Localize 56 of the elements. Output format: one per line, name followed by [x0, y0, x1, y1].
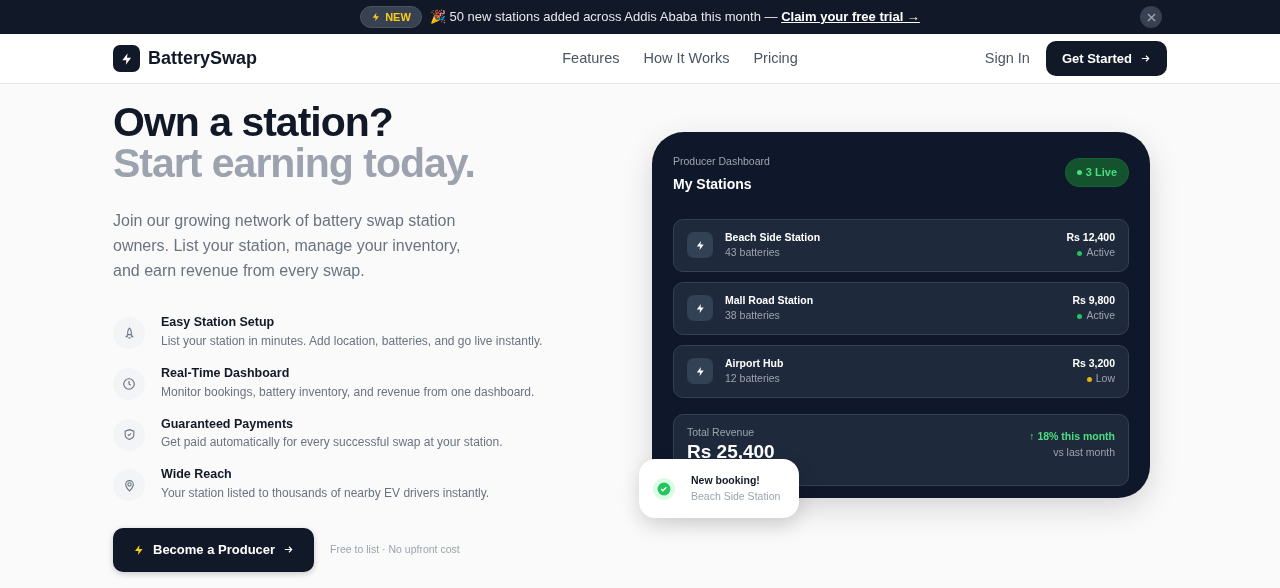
become-producer-button[interactable]: Become a Producer — [113, 528, 315, 572]
live-badge: 3 Live — [1064, 158, 1129, 187]
dashboard-label: Producer Dashboard — [673, 154, 770, 169]
close-button[interactable] — [1140, 6, 1162, 28]
station-name: Mall Road Station — [725, 292, 814, 308]
station-row[interactable]: Mall Road Station 38 batteries Rs 9,800 Active — [673, 281, 1129, 335]
toast-subtitle: Beach Side Station — [691, 488, 781, 504]
feature-description: Your station listed to thousands of nearby EV drivers instantly. — [161, 485, 490, 502]
lightning-icon — [133, 543, 145, 556]
station-status: Low — [1095, 371, 1115, 387]
arrow-right-icon — [283, 544, 295, 556]
battery-count: 43 batteries — [725, 245, 781, 261]
location-pin-icon — [122, 478, 136, 492]
lightning-icon — [371, 12, 382, 22]
feature-description: List your station in minutes. Add location, batteries, and go live instantly. — [161, 332, 543, 350]
feature-description: Monitor bookings, battery inventory, and revenue from one dashboard. — [161, 383, 535, 401]
dashboard-title: My Stations — [673, 174, 753, 194]
feature-title: Easy Station Setup — [161, 314, 276, 331]
total-revenue-label: Total Revenue — [687, 424, 756, 440]
nav-link[interactable]: Pricing — [753, 47, 798, 70]
check-icon — [653, 477, 675, 500]
hero-subheading: Start earning today. — [113, 143, 476, 184]
hero-description: Join our growing network of battery swap station owners. List your station, manage your inventory, and earn revenue from every swap. — [113, 211, 462, 281]
nav-link[interactable]: Features — [562, 47, 620, 70]
battery-count: 38 batteries — [725, 308, 781, 324]
battery-count: 12 batteries — [725, 371, 781, 387]
total-revenue-value: Rs 25,400 — [687, 440, 775, 464]
station-name: Beach Side Station — [725, 229, 821, 245]
get-started-button[interactable]: Get Started — [1045, 40, 1167, 77]
clock-icon — [122, 376, 136, 391]
feature-title: Wide Reach — [161, 466, 233, 484]
brand-name[interactable]: BatterySwap — [148, 45, 258, 72]
feature-title: Real-Time Dashboard — [161, 364, 291, 382]
new-badge: NEW — [360, 5, 422, 29]
shield-check-icon — [122, 428, 136, 441]
close-icon — [1146, 12, 1156, 22]
feature-title: Guaranteed Payments — [161, 415, 294, 433]
growth-note: vs last month — [1052, 444, 1115, 460]
pricing-note: Free to list · No upfront cost — [330, 541, 460, 557]
station-row[interactable]: Beach Side Station 43 batteries Rs 12,400 Active — [673, 218, 1129, 272]
station-revenue: Rs 12,400 — [1066, 229, 1115, 245]
arrow-right-icon — [1140, 53, 1151, 64]
toast-title: New booking! — [691, 472, 761, 488]
nav-link[interactable]: How It Works — [643, 47, 730, 70]
sign-in-link[interactable]: Sign In — [984, 47, 1030, 70]
station-name: Airport Hub — [725, 355, 784, 371]
claim-trial-link[interactable]: Claim your free trial → — [781, 9, 920, 25]
growth-text: ↑ 18% this month — [1029, 428, 1115, 444]
announcement-text: 🎉 50 new stations added across Addis Ababa this month — Claim your free trial → — [429, 8, 920, 27]
station-status: Active — [1086, 308, 1115, 324]
station-revenue: Rs 9,800 — [1072, 292, 1115, 308]
hero-heading: Own a station? — [113, 102, 394, 143]
feature-description: Get paid automatically for every successful swap at your station. — [161, 434, 503, 452]
station-revenue: Rs 3,200 — [1072, 355, 1115, 371]
station-row[interactable]: Airport Hub 12 batteries Rs 3,200 Low — [673, 344, 1129, 398]
station-status: Active — [1086, 245, 1115, 261]
